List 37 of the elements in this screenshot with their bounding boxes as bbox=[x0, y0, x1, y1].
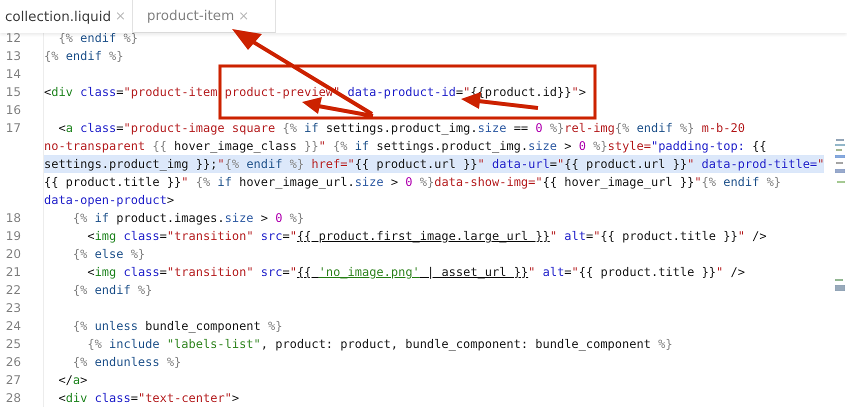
code-line: <img class="transition" src="{{ 'no_image.png' | asset_url }}" alt="{{ product.title }}" /> bbox=[86, 265, 745, 279]
code-line: {% endif %} bbox=[44, 49, 124, 63]
close-button[interactable]: × bbox=[115, 9, 126, 24]
line-number: 12 bbox=[6, 31, 21, 45]
code-line: {% if product.images.size > 0 %} bbox=[72, 211, 304, 225]
code-line: {% unless bundle_component %} bbox=[72, 319, 282, 333]
line-number: 25 bbox=[6, 337, 21, 351]
line-number: 21 bbox=[6, 265, 21, 279]
line-number: 18 bbox=[6, 211, 21, 225]
code-line: <img class="transition" src="{{ product.first_image.large_url }}" alt="{{ product.title }}" /> bbox=[86, 229, 767, 243]
line-number: 24 bbox=[6, 319, 21, 333]
code-line: data-open-product> bbox=[44, 193, 174, 207]
code-line: {% else %} bbox=[72, 247, 146, 261]
line-number: 26 bbox=[6, 355, 21, 369]
line-number: 14 bbox=[6, 67, 21, 81]
code-line: {{ product.title }}" {% if hover_image_url.size > 0 %}data-show-img="{{ hover_image_url }}"{% endif %} bbox=[44, 175, 782, 189]
code-line: <div class="text-center"> bbox=[57, 391, 240, 405]
line-number: 22 bbox=[6, 283, 21, 297]
code-line: settings.product_img }};"{% endif %} href="{{ product.url }}" data-url="{{ product.url }}" data-prod-title=" bbox=[44, 157, 824, 171]
code-line: no-transparent {{ hover_image_class }}" {% if settings.product_img.size > 0 %}style="padding-top: {{ bbox=[44, 139, 767, 153]
line-number: 23 bbox=[6, 301, 21, 315]
close-button[interactable]: × bbox=[238, 8, 250, 24]
tab[interactable]: collection.liquid × bbox=[0, 0, 133, 33]
line-number: 27 bbox=[6, 373, 21, 387]
code-line: {% endunless %} bbox=[72, 355, 182, 369]
code-line: <a class="product-image square {% if settings.product_img.size == 0 %}rel-img{% endif %} m-b-20 bbox=[57, 121, 745, 135]
code-line: </a> bbox=[57, 373, 88, 387]
line-number: 19 bbox=[6, 229, 21, 243]
line-number: 20 bbox=[6, 247, 21, 261]
line-number: 17 bbox=[6, 121, 21, 135]
line-number: 13 bbox=[6, 49, 21, 63]
line-number: 28 bbox=[6, 391, 21, 405]
line-number: 16 bbox=[6, 103, 21, 117]
line-number: 15 bbox=[6, 85, 21, 99]
code-line: {% include "labels-list", product: product, bundle_component: bundle_component %} bbox=[86, 337, 673, 351]
code-line: {% endif %} bbox=[57, 31, 138, 45]
code-line: {% endif %} bbox=[72, 283, 152, 297]
